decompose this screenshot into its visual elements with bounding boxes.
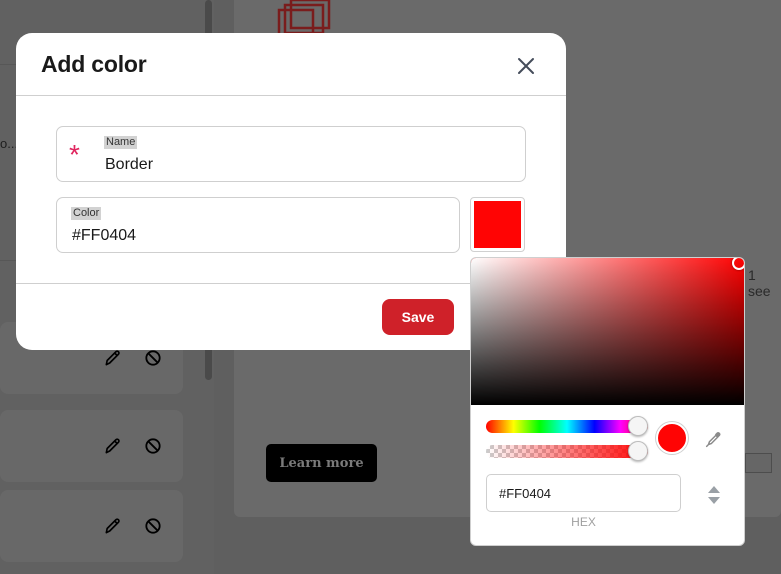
hue-slider[interactable] [486,420,648,433]
background-see-text: 1 see [748,267,771,299]
background-list-item [0,490,183,562]
name-field[interactable]: * Name Border [56,126,526,182]
color-field-value: #FF0404 [72,227,137,244]
dialog-title: Add color [41,51,147,77]
eyedropper-icon[interactable] [703,428,725,450]
save-button[interactable]: Save [382,299,454,335]
background-list-item [0,410,183,482]
pencil-icon [105,350,120,366]
alpha-slider-handle[interactable] [628,441,648,461]
block-icon [145,518,161,534]
hex-input[interactable] [486,474,681,512]
hex-label: HEX [571,515,596,529]
learn-more-button: Learn more [266,444,377,482]
color-swatch-button[interactable] [470,197,525,252]
background-box [745,453,772,473]
color-swatch [474,201,521,248]
name-field-value: Border [105,156,154,173]
color-field[interactable]: Color #FF0404 [56,197,460,253]
color-picker-popover: HEX [470,257,745,546]
block-icon [145,350,161,366]
pencil-icon [105,518,120,534]
saturation-value-handle[interactable] [732,258,744,270]
close-icon[interactable] [513,53,539,79]
saturation-value-area[interactable] [471,258,744,405]
color-field-label: Color [71,207,102,220]
name-field-label: Name [104,136,138,149]
dialog-header-divider [16,95,566,96]
hue-slider-handle[interactable] [628,416,648,436]
block-icon [145,438,161,454]
alpha-slider[interactable] [486,445,648,458]
color-preview [656,422,688,454]
format-toggle-icon[interactable] [705,484,723,506]
alpha-gradient [486,445,648,458]
required-marker: * [69,139,80,170]
pencil-icon [105,438,120,454]
